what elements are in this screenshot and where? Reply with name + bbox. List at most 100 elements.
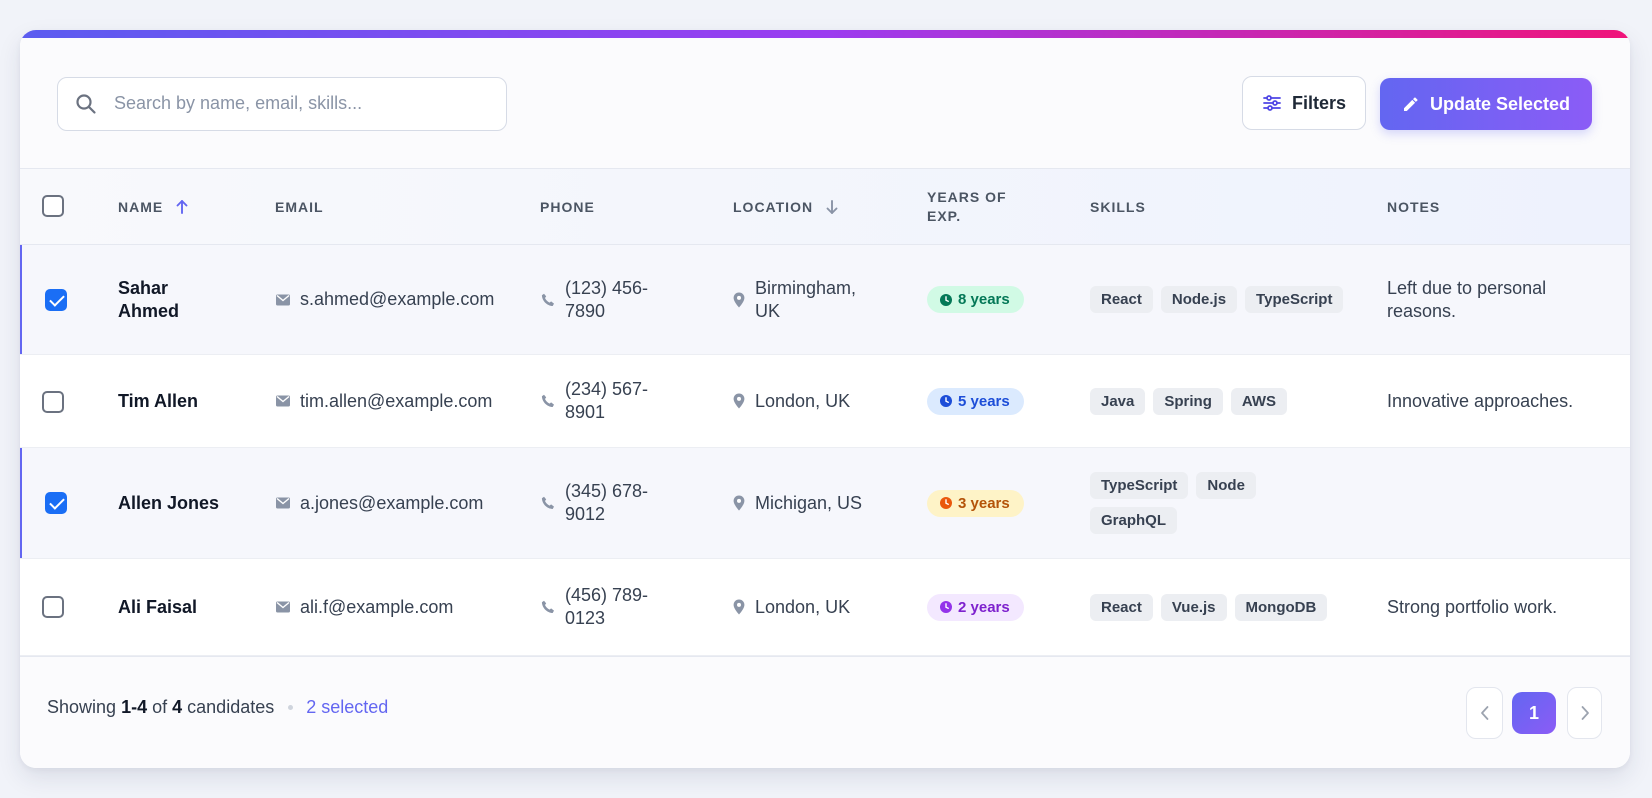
table-row[interactable]: Sahar Ahmed s.ahmed@example.com (123) 45… (20, 245, 1630, 355)
column-header-email[interactable]: EMAIL (275, 169, 324, 245)
search-icon (74, 92, 98, 116)
notes-line: Strong portfolio work. (1387, 596, 1558, 617)
clock-icon (940, 395, 952, 407)
search-box[interactable] (57, 77, 507, 131)
column-header-email-label: EMAIL (275, 198, 324, 215)
search-input[interactable] (114, 78, 494, 129)
table-row[interactable]: Ali Faisal ali.f@example.com (456) 789- … (20, 559, 1630, 656)
years-value: 2 years (958, 598, 1010, 616)
email-value[interactable]: s.ahmed@example.com (300, 288, 494, 311)
table-header: NAME EMAIL PHONE LOCATION YEARS OF EXP. … (20, 168, 1630, 245)
column-header-notes[interactable]: NOTES (1387, 169, 1440, 245)
candidates-label: candidates (187, 697, 275, 717)
notes-cell: Strong portfolio work. (1387, 559, 1557, 655)
phone-value: (234) 567- 8901 (565, 378, 648, 424)
results-total: 4 (172, 697, 183, 717)
showing-label: Showing (47, 697, 117, 717)
skills-cell: React Vue.js MongoDB (1090, 559, 1350, 655)
phone-line: (456) 789- (565, 585, 649, 605)
years-badge: 2 years (927, 593, 1024, 621)
skills-list: Java Spring AWS (1090, 387, 1350, 415)
email-cell: s.ahmed@example.com (276, 245, 494, 354)
skill-tag: Spring (1153, 387, 1223, 415)
candidate-name-line: Sahar (118, 277, 169, 298)
select-all-checkbox[interactable] (42, 195, 64, 217)
of-label: of (152, 697, 168, 717)
candidate-name: Ali Faisal (118, 559, 197, 655)
candidate-name-line: Ahmed (118, 300, 180, 321)
column-header-phone[interactable]: PHONE (540, 169, 595, 245)
mail-icon (276, 601, 290, 613)
years-cell: 5 years (927, 355, 1024, 447)
candidate-name: Sahar Ahmed (118, 245, 179, 354)
location-line: Birmingham, (755, 277, 857, 298)
phone-icon (541, 394, 555, 408)
update-selected-button[interactable]: Update Selected (1380, 78, 1592, 130)
years-badge: 5 years (927, 387, 1024, 415)
chevron-right-icon (1580, 705, 1590, 721)
next-page-button[interactable] (1567, 687, 1602, 739)
skill-tag: GraphQL (1090, 507, 1178, 534)
location-value: London, UK (755, 596, 851, 617)
row-checkbox[interactable] (42, 596, 64, 618)
location-cell: Birmingham, UK (733, 245, 856, 354)
skill-tag: TypeScript (1245, 286, 1344, 313)
mail-icon (276, 395, 290, 407)
table-row[interactable]: Tim Allen tim.allen@example.com (234) 56… (20, 355, 1630, 448)
skills-list: React Vue.js MongoDB (1090, 593, 1350, 621)
phone-value: (456) 789- 0123 (565, 584, 648, 630)
results-range: 1-4 (121, 697, 148, 717)
location-value: London, UK (755, 390, 851, 411)
accent-gradient-bar (20, 30, 1630, 38)
page-button-current[interactable]: 1 (1512, 692, 1556, 734)
phone-icon (541, 496, 555, 510)
skill-tag: Node (1196, 472, 1256, 499)
phone-cell: (234) 567- 8901 (541, 355, 648, 447)
email-cell: ali.f@example.com (276, 559, 453, 655)
row-checkbox[interactable] (45, 492, 67, 514)
location-cell: London, UK (733, 559, 850, 655)
candidate-name-line: Tim Allen (118, 390, 199, 411)
years-cell: 2 years (927, 559, 1024, 655)
years-cell: 3 years (927, 448, 1024, 558)
candidate-name-line: Allen Jones (118, 492, 220, 513)
location-value: Michigan, US (755, 492, 863, 513)
skills-cell: React Node.js TypeScript (1090, 245, 1350, 354)
column-header-location[interactable]: LOCATION (733, 169, 839, 245)
table-footer: Showing 1-4 of 4 candidates 2 selected 1 (20, 656, 1630, 768)
column-header-name[interactable]: NAME (118, 169, 189, 245)
chevron-left-icon (1480, 705, 1490, 721)
row-checkbox[interactable] (45, 289, 67, 311)
map-pin-icon (733, 292, 745, 308)
filters-button[interactable]: Filters (1242, 76, 1366, 130)
phone-value: (123) 456- 7890 (565, 277, 648, 323)
column-header-years[interactable]: YEARS OF EXP. (927, 169, 1007, 245)
skill-tag: React (1090, 593, 1153, 621)
column-header-skills[interactable]: SKILLS (1090, 169, 1146, 245)
email-value[interactable]: tim.allen@example.com (300, 390, 492, 413)
skill-tag: MongoDB (1234, 593, 1328, 621)
previous-page-button[interactable] (1466, 687, 1503, 739)
column-header-years-line2: EXP. (927, 208, 962, 224)
years-value: 5 years (958, 392, 1010, 410)
notes-line: Innovative approaches. (1387, 390, 1574, 411)
location-cell: Michigan, US (733, 448, 862, 558)
email-value[interactable]: a.jones@example.com (300, 492, 483, 515)
email-value[interactable]: ali.f@example.com (300, 596, 453, 619)
filters-label: Filters (1291, 92, 1347, 113)
selected-count: 2 selected (306, 697, 389, 717)
map-pin-icon (733, 393, 745, 409)
column-header-notes-label: NOTES (1387, 198, 1441, 215)
notes-cell: Left due to personal reasons. (1387, 245, 1546, 354)
row-checkbox[interactable] (42, 391, 64, 413)
results-summary: Showing 1-4 of 4 candidates 2 selected (47, 697, 388, 718)
pencil-icon (1402, 95, 1420, 113)
skills-list: TypeScript Node GraphQL (1090, 472, 1350, 534)
table-row[interactable]: Allen Jones a.jones@example.com (345) 67… (20, 448, 1630, 559)
notes-line: reasons. (1387, 300, 1457, 321)
phone-cell: (345) 678- 9012 (541, 448, 648, 558)
arrow-down-icon (825, 199, 839, 215)
candidate-name: Allen Jones (118, 448, 219, 558)
candidate-name: Tim Allen (118, 355, 198, 447)
separator-dot (288, 705, 294, 710)
